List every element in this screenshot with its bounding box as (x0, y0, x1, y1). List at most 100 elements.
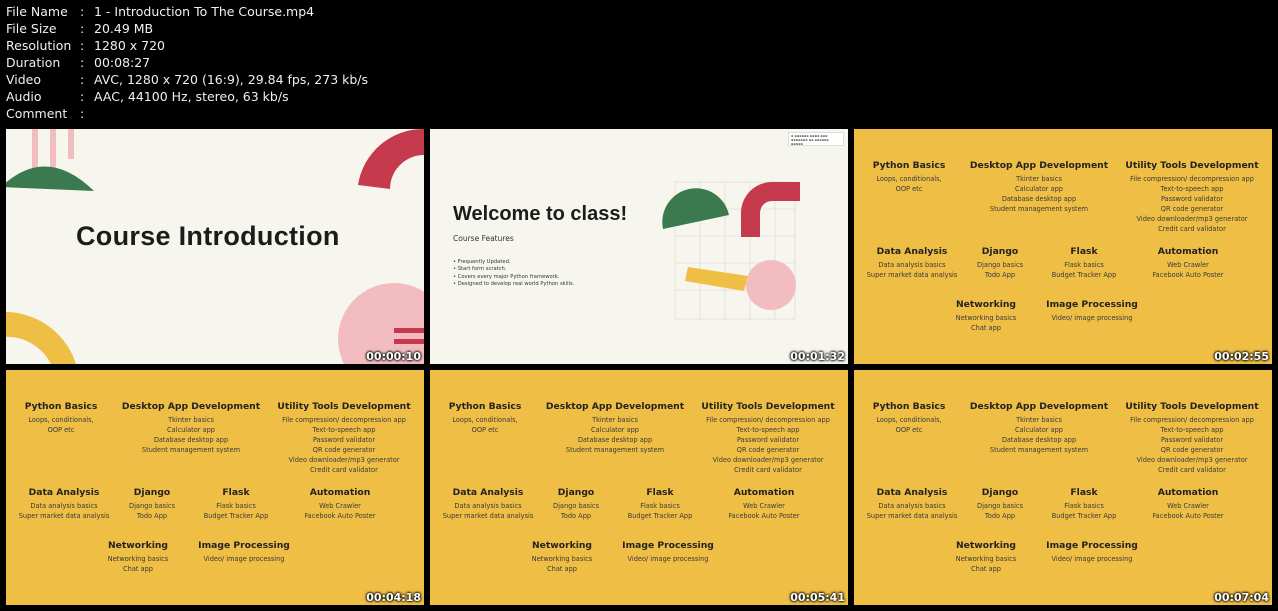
section-automation: Automation Web Crawler Facebook Auto Pos… (1143, 487, 1233, 521)
red-line-shape (394, 339, 424, 344)
thumbnail-5[interactable]: Python Basics Loops, conditionals, OOP e… (430, 370, 848, 605)
file-info-key: Resolution (6, 38, 72, 53)
red-line-shape (394, 328, 424, 333)
thumbnail-1[interactable]: Course Introduction 00:00:10 (6, 129, 424, 364)
section-item: QR code generator (1160, 205, 1224, 213)
file-info-key: Video (6, 72, 42, 87)
section-heading: Python Basics (872, 401, 946, 412)
section-item: Password validator (1160, 436, 1224, 444)
section-item: Credit card validator (310, 466, 378, 474)
section-item: Data analysis basics (454, 502, 522, 510)
section-item: Password validator (312, 436, 376, 444)
thumbnail-6[interactable]: Python Basics Loops, conditionals, OOP e… (854, 370, 1272, 605)
section-item: Chat app (547, 565, 577, 573)
section-item: Todo App (984, 271, 1016, 279)
file-info-value: 1 - Introduction To The Course.mp4 (94, 4, 315, 19)
section-utility-tools: Utility Tools Development File compressi… (693, 401, 843, 475)
section-item: Database desktop app (1001, 436, 1077, 444)
file-info-value: 20.49 MB (94, 21, 154, 36)
section-item: Django basics (977, 502, 1023, 510)
section-heading: Image Processing (1046, 540, 1138, 551)
section-heading: Python Basics (24, 401, 98, 412)
section-heading: Utility Tools Development (1125, 160, 1259, 171)
section-item: Flask basics (640, 502, 680, 510)
section-django: Django Django basics Todo App (121, 487, 183, 521)
section-item: Networking basics (955, 314, 1017, 322)
section-item: Password validator (1160, 195, 1224, 203)
section-item: Tkinter basics (1016, 416, 1062, 424)
section-heading: Automation (309, 487, 371, 498)
section-item: Facebook Auto Poster (1152, 512, 1224, 520)
section-heading: Networking (955, 299, 1017, 310)
section-python-basics: Python Basics Loops, conditionals, OOP e… (859, 160, 959, 194)
section-heading: Data Analysis (452, 487, 524, 498)
yellow-arc-shape (6, 311, 76, 364)
thumbnail-4[interactable]: Python Basics Loops, conditionals, OOP e… (6, 370, 424, 605)
section-flask: Flask Flask basics Budget Tracker App (1039, 487, 1129, 521)
section-flask: Flask Flask basics Budget Tracker App (1039, 246, 1129, 280)
section-item: Data analysis basics (878, 261, 946, 269)
section-item: Password validator (736, 436, 800, 444)
section-item: File compression/ decompression app (706, 416, 830, 424)
section-networking: Networking Networking basics Chat app (522, 540, 602, 574)
section-item: Data analysis basics (30, 502, 98, 510)
section-flask: Flask Flask basics Budget Tracker App (615, 487, 705, 521)
section-utility-tools: Utility Tools Development File compressi… (1117, 160, 1267, 234)
feature-item: Designed to develop real world Python sk… (453, 281, 575, 288)
section-item: Student management system (565, 446, 665, 454)
section-heading: Data Analysis (28, 487, 100, 498)
section-item: Calculator app (1015, 426, 1063, 434)
green-semicircle-shape (662, 188, 729, 229)
section-item: File compression/ decompression app (1130, 175, 1254, 183)
section-item: Loops, conditionals, (28, 416, 94, 424)
section-heading: Python Basics (872, 160, 946, 171)
file-info-separator: : (80, 72, 85, 87)
file-info-separator: : (80, 38, 85, 53)
section-item: Video/ image processing (627, 555, 709, 563)
section-data-analysis: Data Analysis Data analysis basics Super… (858, 246, 966, 280)
section-item: Budget Tracker App (627, 512, 693, 520)
section-item: Networking basics (107, 555, 169, 563)
section-heading: Flask (1070, 246, 1098, 257)
slide-subtitle: Course Features (453, 234, 514, 243)
section-item: Calculator app (591, 426, 639, 434)
file-info-value: AAC, 44100 Hz, stereo, 63 kb/s (94, 89, 289, 104)
thumbnail-3[interactable]: Python Basics Loops, conditionals, OOP e… (854, 129, 1272, 364)
thumbnail-2[interactable]: ▪ ▪▪▪▪▪▪ ▪▪▪▪ ▪▪▪ ▪▪▪▪▪▪▪ ▪▪ ▪▪▪▪▪▪ ▪▪▪▪▪… (430, 129, 848, 364)
section-item: Calculator app (167, 426, 215, 434)
section-item: OOP etc (47, 426, 75, 434)
section-item: Video downloader/mp3 generator (1136, 215, 1248, 223)
section-desktop-app: Desktop App Development Tkinter basics C… (116, 401, 266, 455)
section-desktop-app: Desktop App Development Tkinter basics C… (964, 401, 1114, 455)
section-item: Web Crawler (1167, 502, 1209, 510)
pink-bar-shape (68, 129, 74, 159)
section-item: Video downloader/mp3 generator (288, 456, 400, 464)
section-heading: Desktop App Development (969, 160, 1109, 171)
section-item: Student management system (989, 205, 1089, 213)
file-info-row: Video: AVC, 1280 x 720 (16:9), 29.84 fps,… (6, 71, 368, 88)
red-arc-shape (358, 129, 424, 189)
timestamp: 00:04:18 (366, 591, 421, 604)
section-item: Video/ image processing (203, 555, 285, 563)
section-item: Budget Tracker App (1051, 512, 1117, 520)
file-info-separator: : (80, 55, 85, 70)
section-heading: Image Processing (1046, 299, 1138, 310)
file-info-panel: File Name:1 - Introduction To The Course… (6, 3, 368, 122)
section-python-basics: Python Basics Loops, conditionals, OOP e… (11, 401, 111, 435)
slide-title: Course Introduction (76, 221, 340, 251)
file-info-row: Resolution:1280 x 720 (6, 37, 368, 54)
section-item: Chat app (971, 324, 1001, 332)
section-heading: Networking (955, 540, 1017, 551)
section-heading: Desktop App Development (121, 401, 261, 412)
section-flask: Flask Flask basics Budget Tracker App (191, 487, 281, 521)
section-item: Video downloader/mp3 generator (712, 456, 824, 464)
file-info-row: Duration:00:08:27 (6, 54, 368, 71)
section-item: Todo App (136, 512, 168, 520)
section-item: Video/ image processing (1051, 314, 1133, 322)
section-utility-tools: Utility Tools Development File compressi… (1117, 401, 1267, 475)
section-item: Django basics (977, 261, 1023, 269)
section-item: Flask basics (1064, 261, 1104, 269)
section-heading: Python Basics (448, 401, 522, 412)
feature-list: Frequently Updated. Start form scratch. … (453, 259, 575, 288)
section-django: Django Django basics Todo App (969, 487, 1031, 521)
